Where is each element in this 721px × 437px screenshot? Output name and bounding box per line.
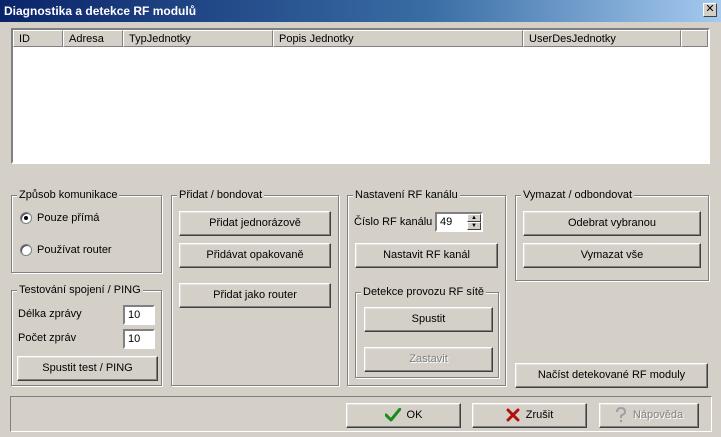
list-header: ID Adresa TypJednotky Popis Jednotky Use… xyxy=(13,30,708,48)
radio-direct-label: Pouze přímá xyxy=(37,212,100,224)
radio-direct-only[interactable]: Pouze přímá xyxy=(20,212,99,224)
add-as-router-button[interactable]: Přidat jako router xyxy=(179,283,331,308)
radio-button-checked[interactable] xyxy=(20,212,32,224)
close-icon: ✕ xyxy=(705,3,715,15)
remove-selected-button[interactable]: Odebrat vybranou xyxy=(523,211,701,236)
column-header-empty[interactable] xyxy=(681,30,708,47)
title-bar: Diagnostika a detekce RF modulů ✕ xyxy=(0,0,721,22)
communication-legend: Způsob komunikace xyxy=(17,189,120,201)
detect-traffic-legend: Detekce provozu RF sítě xyxy=(361,286,487,298)
rf-channel-group: Nastavení RF kanálu Číslo RF kanálu 49 ▲… xyxy=(347,189,506,386)
ping-legend: Testování spojení / PING xyxy=(17,284,143,296)
ping-group: Testování spojení / PING Délka zprávy 10… xyxy=(11,284,162,386)
rf-channel-number-label: Číslo RF kanálu xyxy=(354,216,433,228)
x-icon xyxy=(506,408,520,422)
column-header-id[interactable]: ID xyxy=(13,30,63,47)
column-header-user-description[interactable]: UserDesJednotky xyxy=(523,30,681,47)
help-button[interactable]: Nápověda xyxy=(599,403,699,428)
set-rf-channel-button[interactable]: Nastavit RF kanál xyxy=(355,243,498,268)
spin-down-icon[interactable]: ▼ xyxy=(467,222,481,230)
dialog-window: Diagnostika a detekce RF modulů ✕ ID Adr… xyxy=(0,0,721,437)
load-detected-modules-button[interactable]: Načíst detekované RF moduly xyxy=(515,363,708,388)
help-label: Nápověda xyxy=(632,409,684,421)
ping-test-button[interactable]: Spustit test / PING xyxy=(17,356,158,381)
close-button[interactable]: ✕ xyxy=(703,3,717,17)
spin-buttons: ▲ ▼ xyxy=(467,214,481,230)
message-length-input[interactable]: 10 xyxy=(123,305,155,325)
radio-button-unchecked[interactable] xyxy=(20,244,32,256)
clear-all-button[interactable]: Vymazat vše xyxy=(523,243,701,268)
cancel-button[interactable]: Zrušit xyxy=(472,403,587,428)
spin-up-icon[interactable]: ▲ xyxy=(467,214,481,222)
column-header-address[interactable]: Adresa xyxy=(63,30,123,47)
start-detection-button[interactable]: Spustit xyxy=(364,307,493,332)
add-once-button[interactable]: Přidat jednorázově xyxy=(179,211,331,236)
message-length-label: Délka zprávy xyxy=(18,308,82,320)
rf-module-list[interactable]: ID Adresa TypJednotky Popis Jednotky Use… xyxy=(11,28,710,164)
stop-detection-button[interactable]: Zastavit xyxy=(364,347,493,372)
rf-channel-legend: Nastavení RF kanálu xyxy=(353,189,460,201)
column-header-unit-type[interactable]: TypJednotky xyxy=(123,30,273,47)
rf-channel-spinner[interactable]: 49 ▲ ▼ xyxy=(435,212,483,232)
detect-traffic-group: Detekce provozu RF sítě Spustit Zastavit xyxy=(355,286,499,378)
help-icon xyxy=(615,407,626,423)
check-icon xyxy=(384,408,401,422)
radio-router-label: Používat router xyxy=(37,244,112,256)
bond-legend: Přidat / bondovat xyxy=(177,189,265,201)
communication-group: Způsob komunikace Pouze přímá Používat r… xyxy=(11,189,162,273)
radio-use-router[interactable]: Používat router xyxy=(20,244,112,256)
message-count-label: Počet zpráv xyxy=(18,332,77,344)
remove-group: Vymazat / odbondovat Odebrat vybranou Vy… xyxy=(515,189,709,281)
remove-legend: Vymazat / odbondovat xyxy=(521,189,635,201)
ok-button[interactable]: OK xyxy=(346,403,461,428)
ok-label: OK xyxy=(406,409,423,421)
bond-group: Přidat / bondovat Přidat jednorázově Při… xyxy=(171,189,339,386)
window-title: Diagnostika a detekce RF modulů xyxy=(4,4,197,18)
cancel-label: Zrušit xyxy=(525,409,554,421)
message-count-input[interactable]: 10 xyxy=(123,329,155,349)
add-repeatedly-button[interactable]: Přidávat opakovaně xyxy=(179,243,331,268)
column-header-unit-description[interactable]: Popis Jednotky xyxy=(273,30,523,47)
